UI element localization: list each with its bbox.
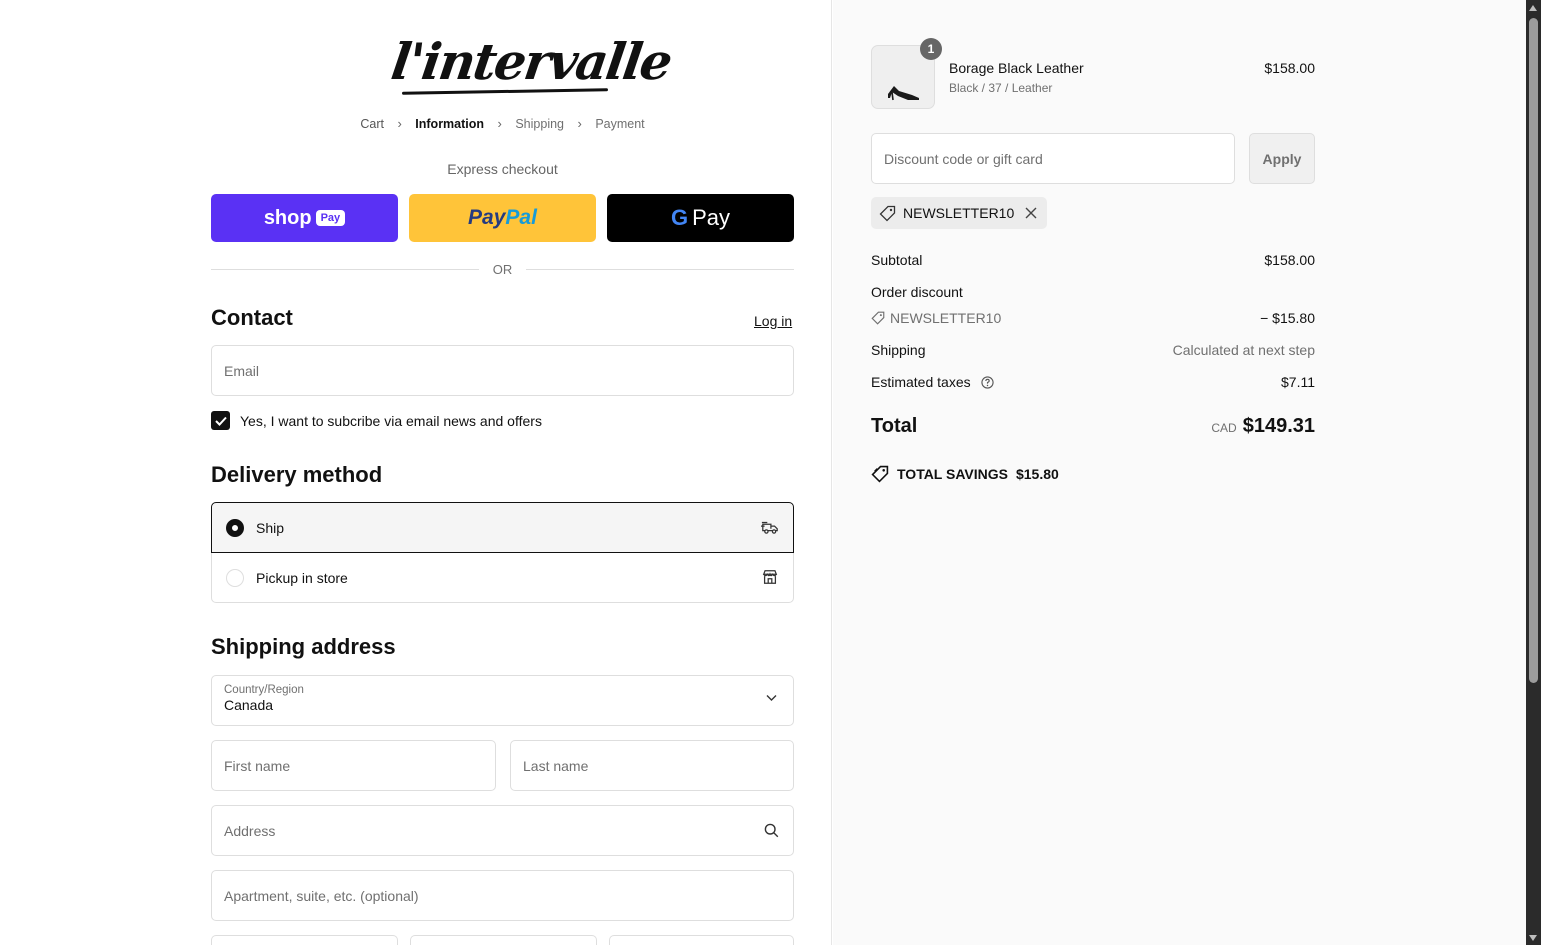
ship-radio[interactable] [226, 518, 244, 537]
delivery-method-heading: Delivery method [211, 462, 383, 487]
address-placeholder: Address [224, 822, 276, 839]
store-icon [762, 570, 778, 584]
product-price: $158.00 [1264, 60, 1315, 76]
postal-code-input[interactable] [609, 935, 794, 945]
shop-pay-pill: Pay [315, 210, 346, 226]
chevron-down-icon [766, 695, 777, 701]
taxes-row: Estimated taxes $7.11 [871, 374, 1315, 390]
shipping-label: Shipping [871, 342, 926, 358]
search-icon [764, 823, 779, 838]
total-savings: TOTAL SAVINGS $15.80 [871, 465, 1059, 483]
taxes-value: $7.11 [1281, 374, 1315, 390]
breadcrumb-shipping: Shipping [515, 116, 564, 131]
email-input[interactable]: Email [211, 345, 794, 396]
applied-code-text: NEWSLETTER10 [903, 205, 1015, 221]
tag-icon [871, 465, 889, 483]
country-label: Country/Region [224, 684, 304, 696]
google-pay-wordmark: Pay [692, 205, 731, 230]
order-discount-label: Order discount [871, 284, 963, 300]
subscribe-checkbox[interactable] [211, 411, 230, 430]
shipping-row: Shipping Calculated at next step [871, 342, 1315, 358]
scroll-down-arrow[interactable] [1529, 935, 1537, 941]
subscribe-row[interactable]: Yes, I want to subcribe via email news a… [211, 411, 542, 430]
chevron-right-icon: › [397, 116, 402, 132]
truck-icon [761, 521, 778, 534]
last-name-input[interactable]: Last name [510, 740, 794, 791]
first-name-input[interactable]: First name [211, 740, 496, 791]
brand-logo[interactable]: l'intervalle [388, 30, 674, 102]
tag-icon [871, 311, 885, 325]
savings-value: $15.80 [1015, 466, 1059, 482]
shop-pay-wordmark: shop [263, 206, 312, 229]
quantity-badge: 1 [920, 38, 942, 60]
address-input[interactable]: Address [211, 805, 794, 856]
apartment-input[interactable]: Apartment, suite, etc. (optional) [211, 870, 794, 921]
total-label: Total [871, 415, 918, 437]
paypal-wordmark-a: Pay [468, 206, 506, 229]
apply-button[interactable]: Apply [1249, 133, 1315, 184]
shipping-value: Calculated at next step [1172, 342, 1315, 358]
order-discount-code: NEWSLETTER10 [890, 310, 1002, 326]
chevron-right-icon: › [577, 116, 582, 132]
ship-label: Ship [256, 519, 285, 536]
savings-label: TOTAL SAVINGS [897, 466, 1008, 482]
subtotal-label: Subtotal [871, 252, 923, 268]
scroll-up-arrow[interactable] [1529, 5, 1537, 11]
checkmark-icon [214, 416, 227, 426]
subtotal-row: Subtotal $158.00 [871, 252, 1315, 268]
subscribe-label: Yes, I want to subcribe via email news a… [240, 412, 542, 429]
chevron-right-icon: › [497, 116, 502, 132]
order-discount-code-row: NEWSLETTER10 − $15.80 [871, 310, 1315, 326]
country-select[interactable]: Country/Region Canada [211, 675, 794, 726]
pickup-radio[interactable] [226, 569, 244, 587]
applied-discount-chip: NEWSLETTER10 [871, 197, 1048, 229]
shop-pay-button[interactable]: shop Pay [211, 194, 398, 242]
total-value: $149.31 [1242, 415, 1315, 437]
scrollbar-thumb[interactable] [1529, 18, 1538, 683]
contact-heading: Contact [211, 305, 293, 330]
shipping-address-heading: Shipping address [211, 634, 396, 659]
help-circle-icon[interactable] [980, 376, 994, 389]
paypal-button[interactable]: Pay Pal [409, 194, 596, 242]
delivery-options: Ship Pickup in store [211, 502, 794, 603]
discount-code-input[interactable]: Discount code or gift card [871, 133, 1235, 184]
country-value: Canada [224, 697, 274, 713]
tag-icon [879, 205, 896, 221]
or-divider: OR [211, 262, 794, 278]
login-link[interactable]: Log in [754, 313, 792, 329]
total-currency: CAD [1211, 421, 1237, 435]
breadcrumb-payment: Payment [595, 116, 645, 131]
total-row: Total CAD $149.31 [871, 415, 1315, 438]
taxes-label: Estimated taxes [871, 374, 971, 390]
checkout-main-panel: l'intervalle Cart › Information › Shippi… [0, 0, 832, 945]
delivery-option-ship[interactable]: Ship [211, 502, 794, 553]
breadcrumb-cart[interactable]: Cart [360, 117, 384, 131]
close-icon[interactable] [1025, 207, 1037, 219]
subtotal-value: $158.00 [1264, 252, 1315, 268]
city-input[interactable] [211, 935, 398, 945]
express-checkout-label: Express checkout [447, 161, 558, 177]
province-select[interactable] [410, 935, 597, 945]
product-variant: Black / 37 / Leather [949, 81, 1053, 95]
google-pay-button[interactable]: G Pay [607, 194, 794, 242]
brand-logo-text: l'intervalle [387, 32, 675, 91]
paypal-wordmark-b: Pal [505, 206, 537, 229]
page-scrollbar[interactable] [1526, 0, 1541, 945]
pickup-label: Pickup in store [256, 570, 348, 586]
order-discount-row: Order discount [871, 284, 1315, 300]
breadcrumb-information: Information [415, 116, 485, 131]
google-g-icon: G [670, 205, 689, 230]
order-discount-value: − $15.80 [1260, 310, 1315, 326]
delivery-option-pickup[interactable]: Pickup in store [212, 553, 793, 603]
divider-line [526, 269, 794, 270]
product-name: Borage Black Leather [949, 60, 1084, 76]
breadcrumb: Cart › Information › Shipping › Payment [211, 116, 794, 131]
